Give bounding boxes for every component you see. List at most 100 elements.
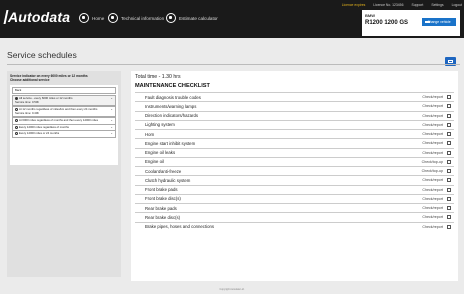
service-options-list: Back All service - every 6000 miles or 1…	[10, 85, 118, 165]
checklist-item-label: Direction indicators/hazards	[145, 113, 199, 118]
nav-technical-label: Technical information	[121, 15, 165, 21]
checklist-item-status: Check/report	[422, 224, 443, 229]
checklist-item-label: Horn	[145, 131, 155, 137]
checklist-item-status: Check/report	[422, 132, 443, 136]
checklist-panel: Total time - 1.30 hrs MAINTENANCE CHECKL…	[131, 71, 458, 281]
autodata-logo[interactable]: Autodata	[3, 9, 70, 25]
service-option[interactable]: At 12 months regardless of miles/km and …	[12, 106, 116, 118]
checklist-item-status: Check/report	[422, 196, 443, 201]
checkbox[interactable]	[447, 122, 451, 127]
nav-home-label: Home	[92, 15, 105, 21]
option-label: Every 12000 miles or 24 months	[19, 131, 60, 136]
chevron-down-icon: ⌄	[110, 96, 113, 100]
checklist-heading: MAINTENANCE CHECKLIST	[135, 83, 210, 89]
checkbox[interactable]	[447, 206, 451, 210]
licence-number: Licence No. 123456	[373, 3, 404, 7]
back-option[interactable]: Back	[12, 87, 116, 95]
checklist-item-status: Check/top-up	[421, 169, 443, 173]
vehicle-make: BMW	[365, 13, 375, 18]
checkbox[interactable]	[447, 132, 451, 136]
checklist-row: Clutch hydraulic system Check/report	[135, 175, 454, 184]
checkbox[interactable]	[447, 224, 451, 229]
checklist-item-status: Check/report	[422, 122, 443, 127]
option-label: At 12 months regardless of miles/km and …	[15, 107, 98, 115]
checklist-item-label: Brake pipes, hoses and connections	[145, 224, 215, 229]
chevron-down-icon: ⌄	[110, 118, 113, 122]
checklist-row: Rear brake pads Check/report	[135, 203, 454, 212]
vehicle-model: R1200 1200 GS	[365, 20, 409, 26]
nav-estimate-calculator[interactable]: Estimate calculator	[166, 13, 218, 23]
service-options-panel: Service indicator on every 6000 miles or…	[7, 71, 121, 277]
checklist-item-label: Instruments/warning lamps	[145, 103, 197, 109]
licence-expires-link[interactable]: Licence expires	[342, 3, 366, 7]
checklist-item-label: Front brake disc(s)	[145, 196, 181, 202]
nav-estimate-label: Estimate calculator	[179, 15, 218, 21]
chevron-down-icon: ⌄	[110, 124, 113, 129]
checklist-row: Front brake disc(s) Check/report	[135, 193, 454, 203]
service-option[interactable]: All service - every 6000 miles or 12 mon…	[12, 95, 116, 107]
checkbox[interactable]	[447, 215, 451, 220]
checklist-item-status: Check/report	[422, 178, 443, 183]
checklist-item-status: Check/top-up	[421, 159, 443, 164]
top-bar: Autodata Home Technical information Esti…	[0, 0, 464, 38]
checklist-item-label: Engine start inhibit system	[145, 140, 196, 146]
checkbox[interactable]	[447, 187, 451, 192]
checklist-item-label: Engine oil leaks	[145, 150, 176, 155]
settings-link[interactable]: Settings	[431, 3, 443, 7]
checklist-item-status: Check/report	[422, 187, 443, 192]
vehicle-panel: BMW R1200 1200 GS Change vehicle	[362, 10, 460, 36]
checklist-row: Brake pipes, hoses and connections Check/…	[135, 221, 454, 231]
checklist-row: Horn Check/report	[135, 129, 454, 138]
option-label: Every 12000 miles regardless of months	[19, 124, 69, 129]
checkbox[interactable]	[447, 113, 451, 118]
checklist-item-status: Check/report	[422, 215, 443, 220]
option-label: Back	[15, 88, 22, 92]
checklist-item-status: Check/report	[422, 150, 443, 155]
nav-technical-information[interactable]: Technical information	[108, 13, 164, 23]
checklist-row: Front brake pads Check/report	[135, 184, 454, 194]
change-vehicle-button[interactable]: Change vehicle	[422, 18, 456, 26]
option-label: At 6000 miles regardless of months and t…	[19, 118, 98, 123]
checklist-item-status: Check/report	[422, 113, 443, 118]
nav-home[interactable]: Home	[79, 13, 104, 23]
checkbox[interactable]	[447, 196, 451, 201]
checklist-row: Fault diagnosis trouble codes Check/repor…	[135, 92, 454, 101]
logout-link[interactable]: Logout	[452, 3, 462, 7]
checklist-row: Rear brake disc(s) Check/report	[135, 212, 454, 221]
option-label: All service - every 6000 miles or 12 mon…	[15, 96, 73, 104]
total-time: Total time - 1.30 hrs	[135, 74, 181, 80]
checkbox[interactable]	[447, 169, 451, 173]
checklist-item-status: Check/report	[422, 95, 443, 99]
checkbox[interactable]	[447, 95, 451, 99]
home-icon	[79, 13, 89, 23]
checklist-item-label: Engine oil	[145, 159, 164, 165]
checklist-row: Engine oil Check/top-up	[135, 156, 454, 166]
title-divider	[7, 64, 460, 65]
checkbox[interactable]	[447, 178, 451, 183]
checklist-item-label: Lighting system	[145, 122, 175, 128]
checklist-row: Instruments/warning lamps Check/report	[135, 101, 454, 110]
checklist-row: Engine start inhibit system Check/report	[135, 138, 454, 147]
utility-links: Licence expires Licence No. 123456 Suppo…	[342, 3, 462, 7]
checklist-item-label: Coolant/anti-freeze	[145, 168, 182, 174]
checklist-item-label: Fault diagnosis trouble codes	[145, 94, 201, 100]
checkbox[interactable]	[447, 141, 451, 146]
service-option[interactable]: Every 12000 miles or 24 months ⌄	[12, 130, 116, 138]
radio-icon	[15, 125, 18, 129]
chevron-down-icon: ⌄	[110, 131, 113, 135]
footer-copyright: Copyright Autodata Ltd.	[219, 288, 245, 291]
radio-icon	[15, 132, 18, 135]
radio-icon	[15, 119, 18, 122]
calculator-icon	[166, 13, 176, 23]
checklist-item-status: Check/report	[422, 206, 443, 210]
checkbox[interactable]	[447, 159, 451, 164]
checklist-row: Lighting system Check/report	[135, 119, 454, 129]
wrench-icon	[108, 13, 118, 23]
checklist-row: Coolant/anti-freeze Check/top-up	[135, 166, 454, 175]
checklist-item-status: Check/report	[422, 141, 443, 146]
checklist-item-status: Check/report	[422, 104, 443, 109]
support-link[interactable]: Support	[411, 3, 423, 7]
checkbox[interactable]	[447, 104, 451, 109]
checkbox[interactable]	[447, 150, 451, 155]
checklist-item-label: Rear brake disc(s)	[145, 214, 181, 220]
